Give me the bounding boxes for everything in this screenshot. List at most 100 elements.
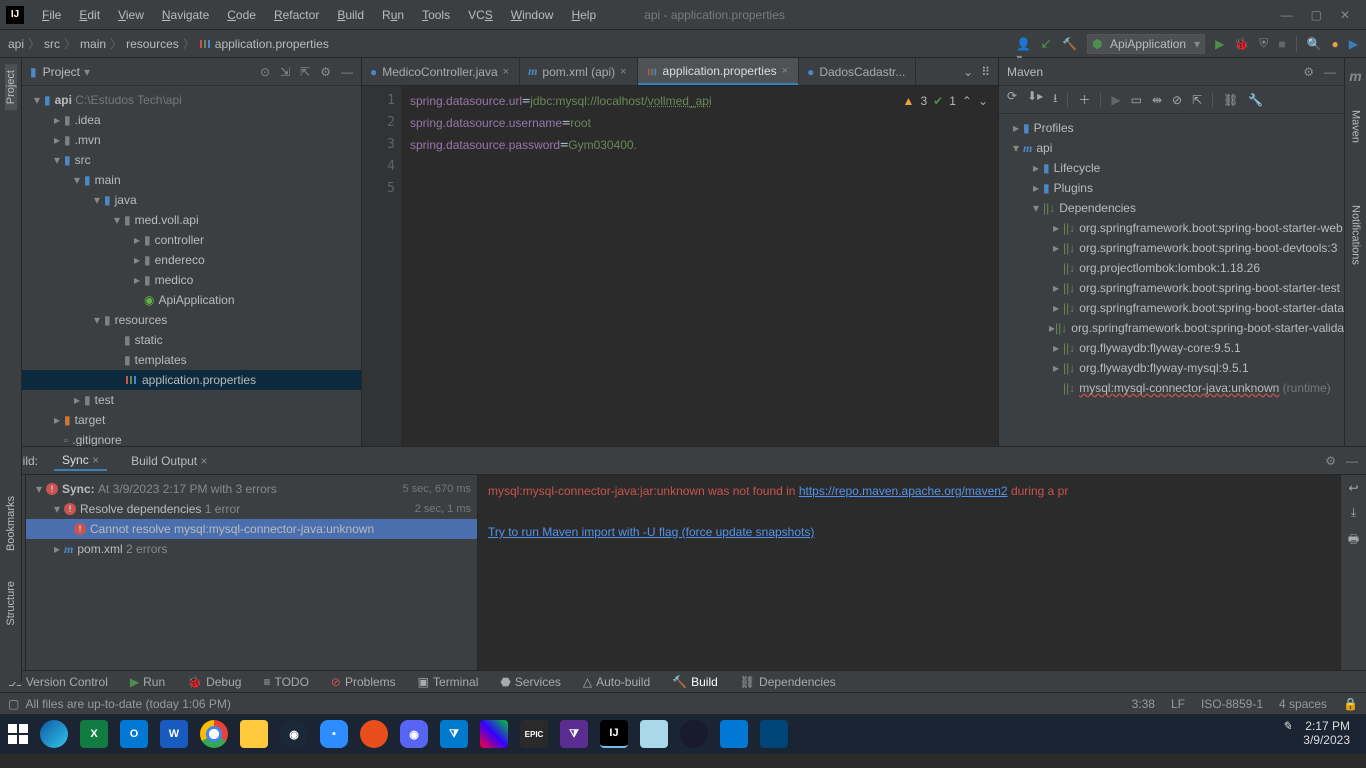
maven-tool-tab[interactable]: Maven [1350, 104, 1362, 149]
tree-test[interactable]: test [95, 393, 114, 407]
resolve-node[interactable]: Resolve dependencies [80, 502, 201, 516]
ide-updates-icon[interactable]: ● [1332, 37, 1339, 51]
tree-src[interactable]: src [75, 153, 91, 167]
dep-5[interactable]: org.springframework.boot:spring-boot-sta… [1071, 321, 1344, 335]
dep-7[interactable]: org.flywaydb:flyway-mysql:9.5.1 [1079, 361, 1248, 375]
add-icon[interactable]: ＋ [1078, 91, 1090, 108]
dep-4[interactable]: org.springframework.boot:spring-boot-sta… [1079, 301, 1344, 315]
tree-java[interactable]: java [115, 193, 137, 207]
tw-terminal[interactable]: ▣Terminal [418, 675, 479, 689]
tree-pkg[interactable]: med.voll.api [135, 213, 199, 227]
tree-static[interactable]: static [135, 333, 163, 347]
tool-windows-toggle[interactable]: ▢ [8, 697, 19, 711]
cursor-position[interactable]: 3:38 [1132, 697, 1155, 711]
user-icon[interactable]: 👤▾ [1016, 37, 1030, 51]
skip-tests-icon[interactable]: ⊘ [1172, 93, 1182, 107]
dep-0[interactable]: org.springframework.boot:spring-boot-sta… [1079, 221, 1342, 235]
show-deps-icon[interactable]: ⛓ [1223, 93, 1238, 107]
close-icon[interactable]: × [503, 66, 509, 78]
tree-templates[interactable]: templates [135, 353, 187, 367]
menu-tools[interactable]: Tools [414, 4, 458, 26]
taskbar-edge[interactable] [40, 720, 68, 748]
maven-plugins[interactable]: Plugins [1054, 181, 1093, 195]
menu-refactor[interactable]: Refactor [266, 4, 327, 26]
soft-wrap-icon[interactable]: ↩ [1348, 481, 1358, 495]
reload-icon[interactable]: ⟳ [1007, 89, 1017, 110]
gear-icon[interactable]: ⚙ [1325, 454, 1336, 468]
build-output-tab[interactable]: Build Output × [123, 452, 215, 470]
run-button[interactable]: ▶ [1215, 37, 1224, 51]
taskbar-app2[interactable] [480, 720, 508, 748]
tree-resources[interactable]: resources [115, 313, 168, 327]
indent-info[interactable]: 4 spaces [1279, 697, 1327, 711]
features-icon[interactable]: ▶ [1349, 37, 1358, 51]
build-icon[interactable]: 🔨 [1062, 37, 1077, 51]
toggle-offline-icon[interactable]: ⇹ [1152, 93, 1162, 107]
taskbar-chrome[interactable] [200, 720, 228, 748]
taskbar-app5[interactable] [760, 720, 788, 748]
tree-root[interactable]: api [55, 93, 72, 107]
settings-icon[interactable]: ⚙ [320, 65, 331, 79]
menu-code[interactable]: Code [219, 4, 264, 26]
tw-todo[interactable]: ≡TODO [263, 675, 308, 689]
taskbar-intellij[interactable]: IJ [600, 720, 628, 748]
gear-icon[interactable]: ⚙ [1303, 65, 1314, 79]
taskbar-excel[interactable]: X [80, 720, 108, 748]
taskbar-vscode[interactable]: ⧩ [440, 720, 468, 748]
notifications-tool-tab[interactable]: Notifications [1350, 199, 1362, 271]
menu-navigate[interactable]: Navigate [154, 4, 217, 26]
search-icon[interactable]: 🔍 [1307, 37, 1322, 51]
taskbar-zoom[interactable]: ▪ [320, 720, 348, 748]
build-tree[interactable]: ▾!Sync: At 3/9/2023 2:17 PM with 3 error… [26, 475, 478, 670]
tree-apiapp[interactable]: ApiApplication [158, 293, 234, 307]
main-menu[interactable]: File Edit View Navigate Code Refactor Bu… [34, 4, 604, 26]
collapse-all-icon[interactable]: ⇱ [300, 65, 310, 79]
build-output[interactable]: mysql:mysql-connector-java:jar:unknown w… [478, 475, 1340, 670]
stop-button[interactable]: ■ [1278, 37, 1285, 51]
coverage-button[interactable]: ⛨ [1259, 36, 1268, 51]
collapse-icon[interactable]: ⇱ [1192, 93, 1202, 107]
breadcrumb[interactable]: api〉 src〉 main〉 resources〉 application.p… [8, 35, 329, 52]
menu-edit[interactable]: Edit [71, 4, 108, 26]
taskbar-app4[interactable] [720, 720, 748, 748]
dep-3[interactable]: org.springframework.boot:spring-boot-sta… [1079, 281, 1340, 295]
tab-dadoscadastro[interactable]: ●DadosCadastr... [799, 58, 916, 85]
tree-main[interactable]: main [95, 173, 121, 187]
pom-node[interactable]: pom.xml [77, 542, 122, 556]
menu-run[interactable]: Run [374, 4, 412, 26]
crumb-4[interactable]: application.properties [215, 37, 329, 51]
editor-content[interactable]: spring.datasource.url=jdbc:mysql://local… [402, 86, 998, 446]
structure-tool-tab[interactable]: Structure [5, 581, 17, 626]
maven-repo-link[interactable]: https://repo.maven.apache.org/maven2 [799, 484, 1008, 498]
expand-all-icon[interactable]: ⇲ [280, 65, 290, 79]
tab-pom[interactable]: mpom.xml (api)× [520, 58, 637, 85]
maven-tool-tab-icon[interactable]: m [1349, 68, 1361, 84]
menu-help[interactable]: Help [563, 4, 604, 26]
bookmarks-tool-tab[interactable]: Bookmarks [5, 496, 17, 551]
line-separator[interactable]: LF [1171, 697, 1185, 711]
hide-panel-icon[interactable]: — [341, 65, 353, 79]
maximize-button[interactable]: ▢ [1311, 8, 1322, 22]
tw-build[interactable]: 🔨Build [672, 675, 718, 689]
tree-endereco[interactable]: endereco [155, 253, 205, 267]
inspection-widget[interactable]: ▲3 ✔1 ⌃⌄ [903, 94, 988, 108]
taskbar-app3[interactable] [680, 720, 708, 748]
taskbar-notepad[interactable] [640, 720, 668, 748]
menu-view[interactable]: View [110, 4, 152, 26]
tree-idea[interactable]: .idea [75, 113, 101, 127]
menu-window[interactable]: Window [503, 4, 562, 26]
tw-dependencies[interactable]: ⛓Dependencies [740, 675, 836, 689]
tw-autobuild[interactable]: △Auto-build [583, 675, 650, 689]
tw-version-control[interactable]: ⎇Version Control [8, 675, 108, 689]
menu-vcs[interactable]: VCS [460, 4, 501, 26]
tree-gitignore[interactable]: .gitignore [72, 433, 121, 446]
dep-unknown[interactable]: mysql:mysql-connector-java:unknown [1079, 381, 1279, 395]
tree-mvn[interactable]: .mvn [75, 133, 101, 147]
tree-controller[interactable]: controller [155, 233, 204, 247]
sync-tab[interactable]: Sync × [54, 451, 107, 471]
start-button[interactable] [8, 724, 28, 744]
vcs-update-icon[interactable]: ↙ [1040, 35, 1052, 52]
crumb-1[interactable]: src [44, 37, 60, 51]
hide-icon[interactable]: — [1346, 454, 1358, 468]
maven-tree[interactable]: ▸▮Profiles ▾mapi ▸▮Lifecycle ▸▮Plugins ▾… [999, 114, 1344, 446]
